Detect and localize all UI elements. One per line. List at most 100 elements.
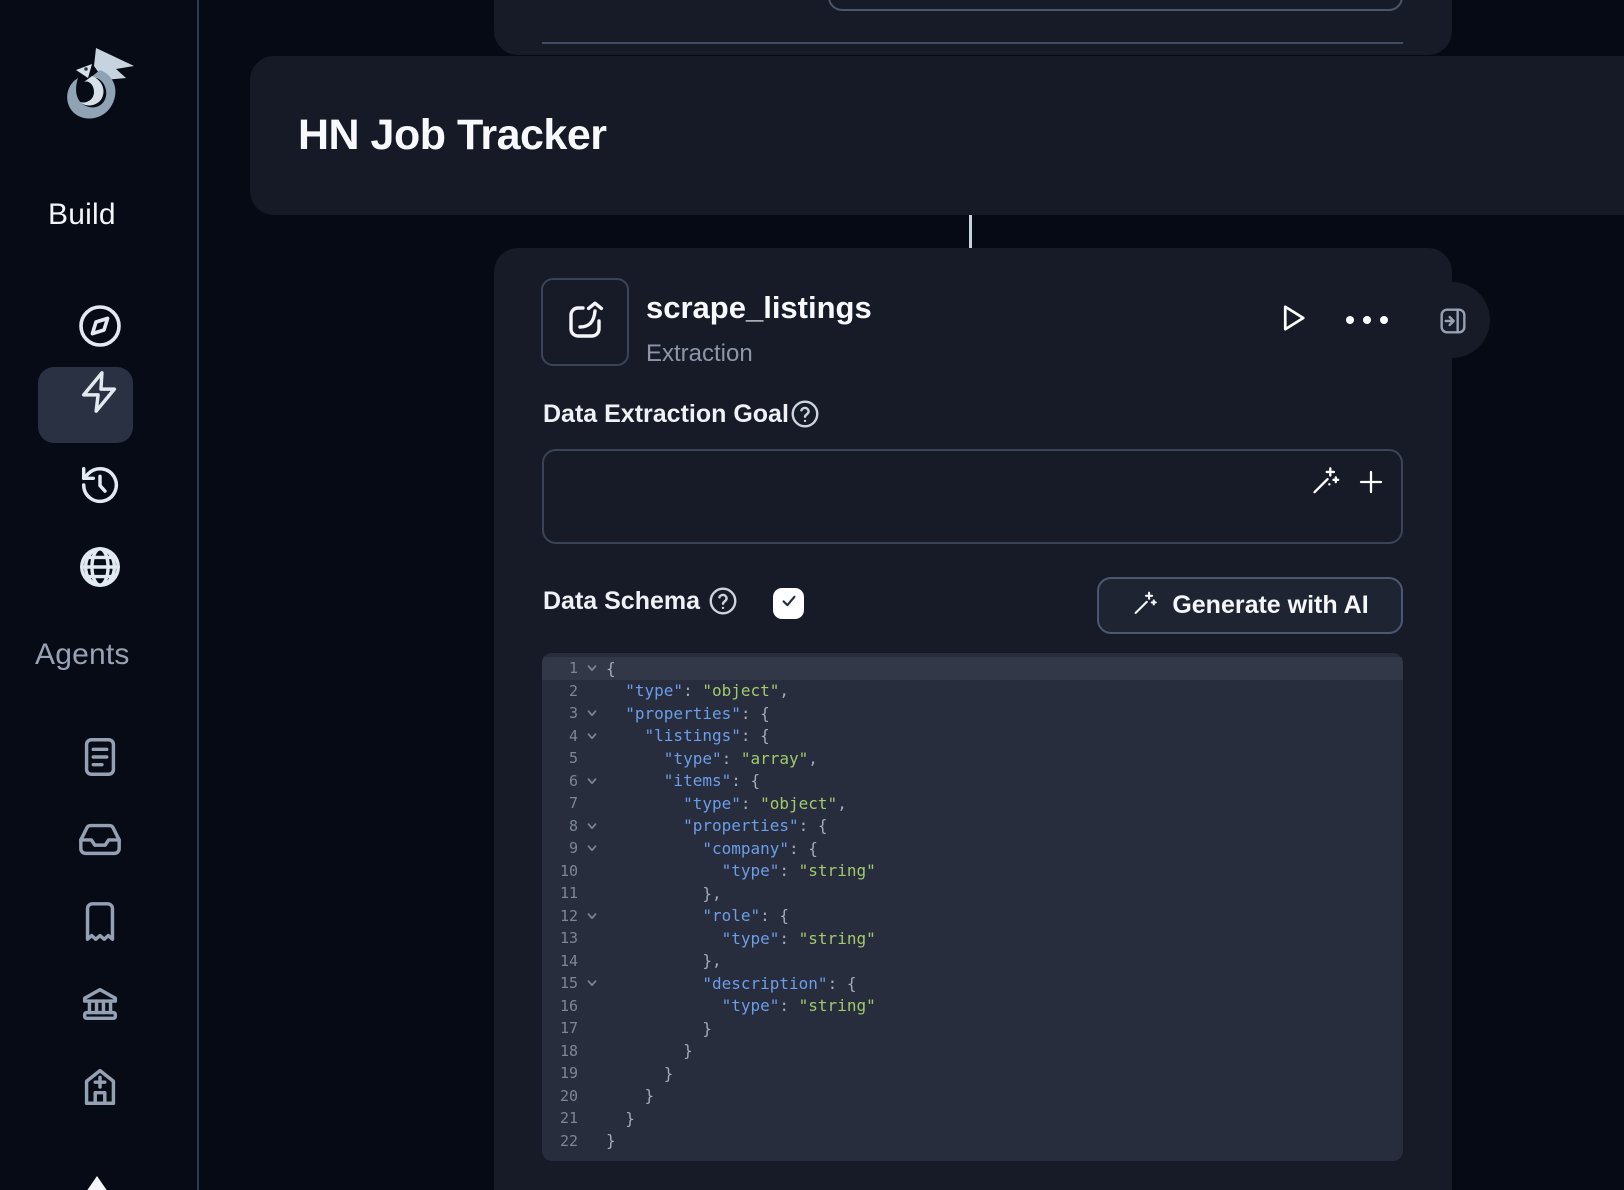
- line-number: 13: [542, 929, 578, 947]
- landmark-icon: [77, 980, 123, 1026]
- fold-chevron-icon[interactable]: [578, 730, 606, 742]
- code-text: "type": "string": [606, 929, 876, 948]
- code-line-10[interactable]: 10 "type": "string": [542, 860, 1403, 883]
- help-circle-icon[interactable]: [707, 585, 739, 622]
- line-number: 1: [542, 659, 578, 677]
- node-type-icon-box: [541, 278, 629, 366]
- node-name[interactable]: scrape_listings: [646, 290, 872, 326]
- compass-icon: [76, 302, 124, 350]
- code-text: "company": {: [606, 839, 818, 858]
- code-line-4[interactable]: 4 "listings": {: [542, 725, 1403, 748]
- fold-chevron-icon[interactable]: [578, 707, 606, 719]
- check-icon: [779, 591, 799, 616]
- code-line-13[interactable]: 13 "type": "string": [542, 927, 1403, 950]
- code-text: "role": {: [606, 906, 789, 925]
- file-text-icon: [77, 734, 123, 780]
- code-line-5[interactable]: 5 "type": "array",: [542, 747, 1403, 770]
- zap-icon: [77, 369, 123, 415]
- node-type-label: Extraction: [646, 340, 753, 368]
- code-text: "type": "object",: [606, 681, 789, 700]
- line-number: 2: [542, 682, 578, 700]
- code-line-20[interactable]: 20 }: [542, 1085, 1403, 1108]
- line-number: 20: [542, 1087, 578, 1105]
- code-text: "properties": {: [606, 816, 828, 835]
- help-circle-icon[interactable]: [789, 398, 821, 435]
- history-icon: [77, 462, 123, 508]
- code-text: "type": "array",: [606, 749, 818, 768]
- sidebar-item-globe[interactable]: [0, 544, 199, 590]
- previous-node-card-partial: [494, 0, 1452, 55]
- code-text: "description": {: [606, 974, 856, 993]
- code-line-1[interactable]: 1{: [542, 657, 1403, 680]
- sidebar-item-inbox[interactable]: [0, 816, 199, 862]
- code-text: }: [606, 1086, 654, 1105]
- more-options-button[interactable]: [1346, 310, 1394, 330]
- code-line-11[interactable]: 11 },: [542, 882, 1403, 905]
- goal-input[interactable]: Extract the top 5 job listings. For each…: [542, 449, 1403, 544]
- plus-icon[interactable]: [1356, 467, 1386, 502]
- fold-chevron-icon[interactable]: [578, 775, 606, 787]
- share-export-icon: [561, 296, 609, 349]
- fold-chevron-icon[interactable]: [578, 910, 606, 922]
- code-text: {: [606, 659, 616, 678]
- panel-open-arrow-icon[interactable]: [1437, 305, 1469, 342]
- sidebar-item-receipt[interactable]: [0, 899, 199, 945]
- line-number: 16: [542, 997, 578, 1015]
- code-line-18[interactable]: 18 }: [542, 1040, 1403, 1063]
- code-line-22[interactable]: 22}: [542, 1130, 1403, 1153]
- code-line-2[interactable]: 2 "type": "object",: [542, 680, 1403, 703]
- code-line-16[interactable]: 16 "type": "string": [542, 995, 1403, 1018]
- line-number: 21: [542, 1109, 578, 1127]
- code-line-21[interactable]: 21 }: [542, 1107, 1403, 1130]
- sidebar: Build Agents: [0, 0, 199, 1190]
- code-line-7[interactable]: 7 "type": "object",: [542, 792, 1403, 815]
- schema-code-editor[interactable]: 1{2 "type": "object",3 "properties": {4 …: [542, 653, 1403, 1161]
- line-number: 9: [542, 839, 578, 857]
- sidebar-item-landmark[interactable]: [0, 980, 199, 1026]
- line-number: 7: [542, 794, 578, 812]
- wand-sparkles-icon[interactable]: [1309, 464, 1342, 502]
- code-line-14[interactable]: 14 },: [542, 950, 1403, 973]
- fold-chevron-icon[interactable]: [578, 820, 606, 832]
- line-number: 11: [542, 884, 578, 902]
- sidebar-item-compass[interactable]: [0, 302, 199, 350]
- generate-with-ai-button[interactable]: Generate with AI: [1097, 577, 1403, 634]
- fold-chevron-icon[interactable]: [578, 842, 606, 854]
- code-line-17[interactable]: 17 }: [542, 1017, 1403, 1040]
- dragon-logo[interactable]: [46, 34, 146, 138]
- code-text: "properties": {: [606, 704, 770, 723]
- fold-chevron-icon[interactable]: [578, 662, 606, 674]
- code-text: },: [606, 884, 722, 903]
- globe-icon: [77, 544, 123, 590]
- code-line-8[interactable]: 8 "properties": {: [542, 815, 1403, 838]
- school-icon: [77, 1063, 123, 1109]
- code-line-15[interactable]: 15 "description": {: [542, 972, 1403, 995]
- code-text: "listings": {: [606, 726, 770, 745]
- workflow-header-card: HN Job Tracker: [250, 56, 1624, 215]
- run-node-button[interactable]: [1273, 301, 1311, 339]
- sidebar-item-school[interactable]: [0, 1063, 199, 1109]
- schema-label: Data Schema: [543, 587, 700, 616]
- cursor-icon-partial: [86, 1176, 108, 1190]
- code-text: }: [606, 1041, 693, 1060]
- schema-enabled-checkbox[interactable]: [773, 588, 804, 619]
- line-number: 12: [542, 907, 578, 925]
- sidebar-section-build: Build: [48, 198, 116, 232]
- sidebar-item-zap-active[interactable]: [0, 369, 199, 415]
- code-line-12[interactable]: 12 "role": {: [542, 905, 1403, 928]
- code-text: "items": {: [606, 771, 760, 790]
- code-line-19[interactable]: 19 }: [542, 1062, 1403, 1085]
- line-number: 15: [542, 974, 578, 992]
- page-title[interactable]: HN Job Tracker: [298, 111, 606, 160]
- fold-chevron-icon[interactable]: [578, 977, 606, 989]
- code-text: }: [606, 1019, 712, 1038]
- code-line-6[interactable]: 6 "items": {: [542, 770, 1403, 793]
- sidebar-item-file-text[interactable]: [0, 734, 199, 780]
- code-line-3[interactable]: 3 "properties": {: [542, 702, 1403, 725]
- sidebar-item-history[interactable]: [0, 462, 199, 508]
- sidebar-section-agents: Agents: [35, 638, 130, 672]
- line-number: 5: [542, 749, 578, 767]
- code-line-9[interactable]: 9 "company": {: [542, 837, 1403, 860]
- inbox-icon: [77, 816, 123, 862]
- previous-node-input-outline[interactable]: [828, 0, 1403, 11]
